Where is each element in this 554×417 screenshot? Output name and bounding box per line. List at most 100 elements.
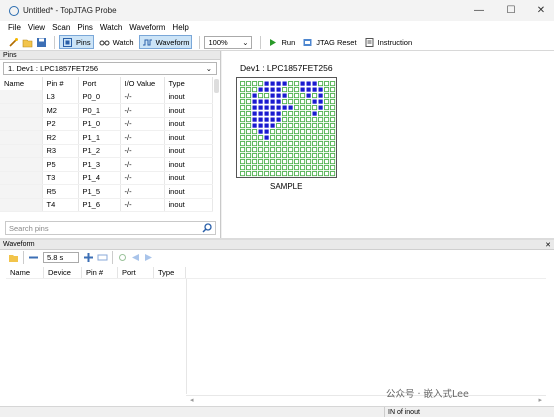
- pin-pad[interactable]: [264, 171, 270, 177]
- pin-pad[interactable]: [240, 147, 246, 153]
- pin-pad[interactable]: [294, 81, 300, 87]
- col-pin[interactable]: Pin #: [42, 77, 79, 90]
- pin-pad-active[interactable]: [264, 129, 269, 134]
- pin-pad[interactable]: [300, 123, 306, 129]
- pin-pad[interactable]: [282, 165, 288, 171]
- pin-pad[interactable]: [288, 171, 294, 177]
- menu-pins[interactable]: Pins: [77, 23, 93, 32]
- zoom-in-icon[interactable]: [83, 252, 94, 263]
- pin-pad-active[interactable]: [258, 129, 263, 134]
- pin-pad[interactable]: [288, 141, 294, 147]
- instruction-button[interactable]: Instruction: [362, 35, 415, 49]
- pin-pad[interactable]: [324, 105, 330, 111]
- pin-pad[interactable]: [294, 87, 300, 93]
- pin-pad-active[interactable]: [318, 93, 323, 98]
- pin-pad[interactable]: [282, 159, 288, 165]
- pin-pad[interactable]: [324, 111, 330, 117]
- pin-pad[interactable]: [324, 123, 330, 129]
- pin-pad-active[interactable]: [276, 111, 281, 116]
- pin-pad[interactable]: [306, 159, 312, 165]
- pin-pad-active[interactable]: [306, 81, 311, 86]
- pin-pad[interactable]: [288, 165, 294, 171]
- pin-pad[interactable]: [330, 111, 336, 117]
- pin-pad[interactable]: [324, 147, 330, 153]
- pin-pad-active[interactable]: [270, 117, 275, 122]
- pin-pad[interactable]: [324, 171, 330, 177]
- zoom-out-icon[interactable]: [28, 252, 39, 263]
- wave-col-type[interactable]: Type: [154, 267, 186, 278]
- marker-icon[interactable]: [117, 252, 128, 263]
- pin-pad[interactable]: [294, 135, 300, 141]
- pin-pad-active[interactable]: [276, 87, 281, 92]
- pin-pad[interactable]: [276, 129, 282, 135]
- pin-pad[interactable]: [312, 105, 318, 111]
- pin-pad[interactable]: [264, 141, 270, 147]
- pin-pad-active[interactable]: [258, 117, 263, 122]
- pin-pad-active[interactable]: [300, 81, 305, 86]
- pin-pad[interactable]: [246, 81, 252, 87]
- pin-pad[interactable]: [246, 171, 252, 177]
- pin-pad-active[interactable]: [276, 81, 281, 86]
- pin-pad[interactable]: [282, 123, 288, 129]
- pin-pad[interactable]: [276, 171, 282, 177]
- pin-pad[interactable]: [270, 141, 276, 147]
- pins-search-input[interactable]: Search pins: [9, 224, 49, 233]
- pin-pad[interactable]: [258, 147, 264, 153]
- pin-pad[interactable]: [312, 159, 318, 165]
- pin-pad-active[interactable]: [252, 93, 257, 98]
- pin-pad[interactable]: [288, 159, 294, 165]
- pin-pad[interactable]: [240, 123, 246, 129]
- pin-pad[interactable]: [270, 159, 276, 165]
- pin-pad[interactable]: [252, 87, 258, 93]
- pin-pad[interactable]: [246, 99, 252, 105]
- pin-pad[interactable]: [312, 153, 318, 159]
- waveform-toggle-button[interactable]: Waveform: [138, 35, 193, 49]
- pin-pad[interactable]: [330, 117, 336, 123]
- pin-pad-active[interactable]: [264, 105, 269, 110]
- pin-pad[interactable]: [318, 171, 324, 177]
- pin-pad[interactable]: [324, 99, 330, 105]
- menu-watch[interactable]: Watch: [100, 23, 122, 32]
- pin-pad-active[interactable]: [276, 117, 281, 122]
- pin-pad[interactable]: [288, 123, 294, 129]
- close-button[interactable]: ✕: [526, 0, 554, 21]
- pin-pad-active[interactable]: [270, 105, 275, 110]
- pin-pad[interactable]: [312, 123, 318, 129]
- device-select[interactable]: 1. Dev1 : LPC1857FET256 ⌄: [3, 62, 217, 75]
- pin-pad-active[interactable]: [276, 93, 281, 98]
- pin-pad-active[interactable]: [270, 111, 275, 116]
- watch-toggle-button[interactable]: Watch: [97, 35, 136, 49]
- menu-help[interactable]: Help: [172, 23, 188, 32]
- pin-pad-active[interactable]: [282, 105, 287, 110]
- table-row[interactable]: R3 P1_2 -/- inout: [0, 144, 213, 158]
- waveform-divider[interactable]: [186, 279, 187, 394]
- pin-pad[interactable]: [330, 105, 336, 111]
- pin-pad-active[interactable]: [264, 99, 269, 104]
- pin-pad[interactable]: [282, 129, 288, 135]
- pin-pad[interactable]: [246, 123, 252, 129]
- pin-pad-active[interactable]: [282, 81, 287, 86]
- pin-pad[interactable]: [318, 123, 324, 129]
- table-row[interactable]: T3 P1_4 -/- inout: [0, 171, 213, 185]
- pins-search[interactable]: Search pins: [5, 221, 216, 235]
- pin-pad[interactable]: [324, 129, 330, 135]
- pin-pad[interactable]: [276, 153, 282, 159]
- pin-pad-active[interactable]: [252, 105, 257, 110]
- pin-pad[interactable]: [264, 93, 270, 99]
- pin-pad[interactable]: [258, 135, 264, 141]
- zoom-select[interactable]: 100% ⌄: [204, 35, 253, 49]
- pin-pad[interactable]: [324, 159, 330, 165]
- wave-col-pin[interactable]: Pin #: [82, 267, 118, 278]
- pin-pad[interactable]: [318, 165, 324, 171]
- pin-pad[interactable]: [318, 159, 324, 165]
- next-arrow-icon[interactable]: [143, 252, 154, 263]
- run-button[interactable]: Run: [265, 35, 297, 49]
- pin-pad[interactable]: [240, 171, 246, 177]
- pin-pad[interactable]: [282, 171, 288, 177]
- pin-pad-active[interactable]: [312, 99, 317, 104]
- pin-pad[interactable]: [246, 117, 252, 123]
- pin-pad[interactable]: [258, 171, 264, 177]
- pin-pad-active[interactable]: [282, 93, 287, 98]
- pin-pad[interactable]: [246, 111, 252, 117]
- pin-pad[interactable]: [276, 159, 282, 165]
